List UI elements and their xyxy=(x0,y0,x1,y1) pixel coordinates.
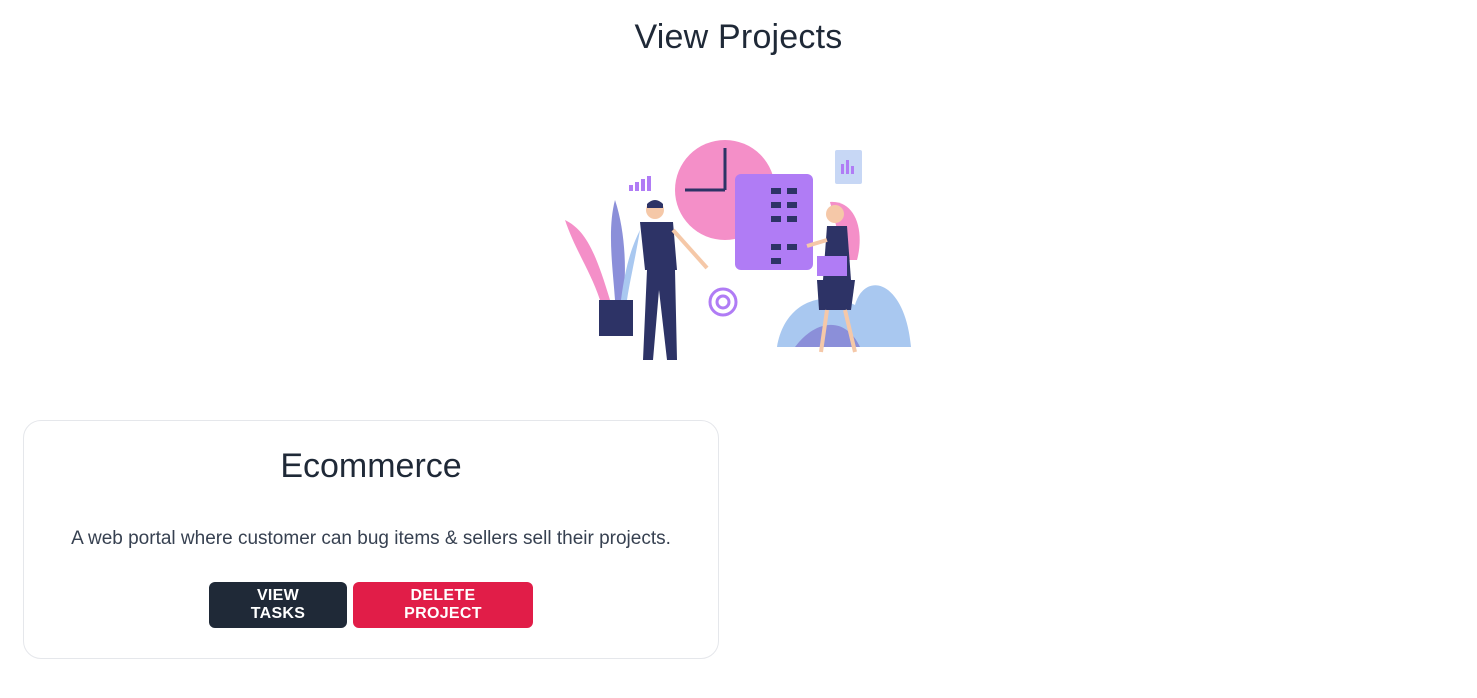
growth-chart-icon xyxy=(629,176,651,191)
hero-illustration xyxy=(565,140,911,360)
plant-graphic xyxy=(565,220,610,300)
project-description: A web portal where customer can bug item… xyxy=(71,528,671,549)
project-title: Ecommerce xyxy=(280,447,462,485)
project-actions: VIEW TASKS DELETE PROJECT xyxy=(24,582,718,628)
project-card: Ecommerce A web portal where customer ca… xyxy=(23,420,719,659)
view-tasks-button[interactable]: VIEW TASKS xyxy=(209,582,347,628)
delete-project-button[interactable]: DELETE PROJECT xyxy=(353,582,533,628)
page-title: View Projects xyxy=(634,18,843,56)
target-icon xyxy=(708,287,738,317)
